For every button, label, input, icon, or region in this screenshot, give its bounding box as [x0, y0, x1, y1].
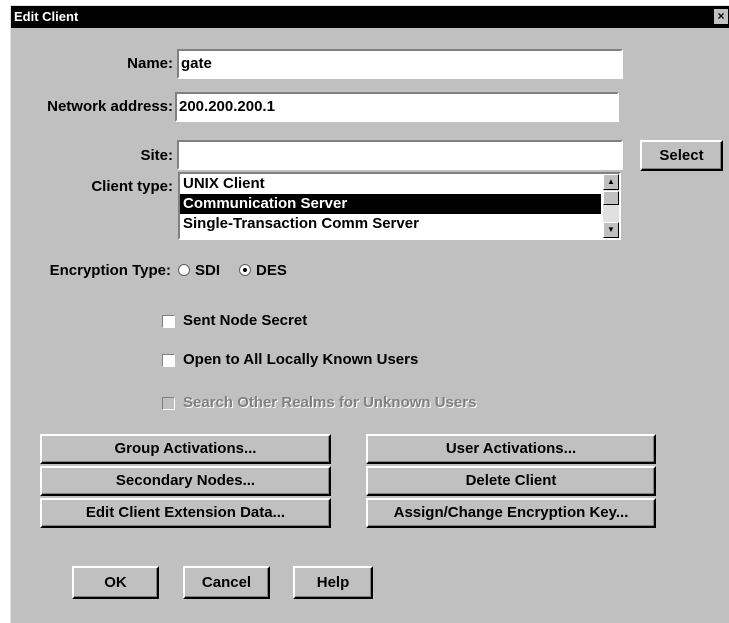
arrow-down-icon: ▼: [607, 225, 615, 234]
cancel-button[interactable]: Cancel: [183, 566, 270, 599]
radio-selected-dot: [243, 268, 247, 272]
search-other-realms-checkbox: [162, 397, 175, 410]
list-scrollbar[interactable]: ▲ ▼: [603, 174, 619, 238]
list-item[interactable]: Single-Transaction Comm Server: [180, 214, 601, 234]
scroll-down-button[interactable]: ▼: [603, 222, 619, 238]
search-other-realms-label: Search Other Realms for Unknown Users: [183, 394, 477, 411]
close-button[interactable]: ×: [714, 9, 728, 24]
name-input[interactable]: gate: [177, 49, 623, 79]
list-item-selected[interactable]: Communication Server: [180, 194, 601, 214]
scroll-thumb[interactable]: [603, 191, 619, 205]
open-to-all-users-label[interactable]: Open to All Locally Known Users: [183, 350, 418, 370]
site-label: Site:: [140, 147, 173, 164]
group-activations-button[interactable]: Group Activations...: [40, 434, 331, 464]
help-button[interactable]: Help: [293, 566, 373, 599]
des-radio-label[interactable]: DES: [256, 261, 287, 281]
name-label: Name:: [127, 55, 173, 72]
site-input[interactable]: [177, 140, 623, 170]
network-address-input[interactable]: 200.200.200.1: [175, 92, 619, 122]
title-bar: Edit Client ×: [11, 6, 729, 28]
user-activations-button[interactable]: User Activations...: [366, 434, 656, 464]
sent-node-secret-checkbox[interactable]: [162, 315, 175, 328]
delete-client-button[interactable]: Delete Client: [366, 466, 656, 496]
edit-client-extension-data-button[interactable]: Edit Client Extension Data...: [40, 498, 331, 528]
client-type-label: Client type:: [91, 178, 173, 195]
sdi-radio[interactable]: [178, 264, 190, 276]
ok-button[interactable]: OK: [72, 566, 159, 599]
network-address-label: Network address:: [47, 98, 173, 115]
arrow-up-icon: ▲: [607, 177, 615, 186]
list-item[interactable]: UNIX Client: [180, 174, 601, 194]
sdi-radio-label[interactable]: SDI: [195, 261, 220, 281]
open-to-all-users-checkbox[interactable]: [162, 354, 175, 367]
sent-node-secret-label[interactable]: Sent Node Secret: [183, 311, 307, 331]
window-title: Edit Client: [14, 9, 79, 24]
secondary-nodes-button[interactable]: Secondary Nodes...: [40, 466, 331, 496]
encryption-type-label: Encryption Type:: [49, 262, 171, 279]
close-icon: ×: [717, 9, 725, 23]
select-button[interactable]: Select: [640, 140, 723, 171]
assign-encryption-key-button[interactable]: Assign/Change Encryption Key...: [366, 498, 656, 528]
scroll-up-button[interactable]: ▲: [603, 174, 619, 190]
client-type-listbox[interactable]: UNIX Client Communication Server Single-…: [178, 172, 621, 240]
des-radio[interactable]: [239, 264, 251, 276]
edit-client-dialog: Edit Client × Name: gate Network address…: [10, 5, 729, 623]
